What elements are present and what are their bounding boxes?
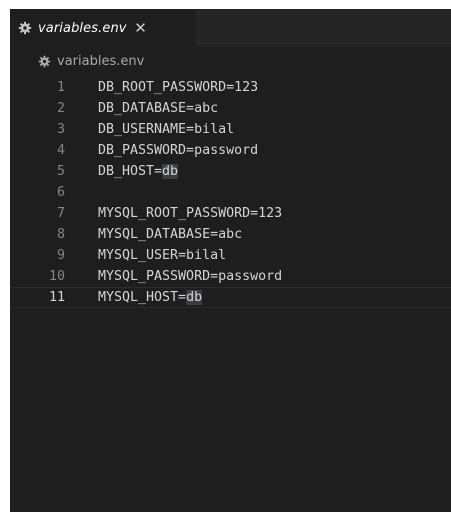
tab-variables-env[interactable]: variables.env ✕ xyxy=(10,9,196,47)
line-text-content: MYSQL_USER=bilal xyxy=(98,248,227,263)
line-text-content: DB_HOST= xyxy=(98,164,163,179)
line-number: 7 xyxy=(56,206,65,221)
line-text-content: DB_PASSWORD=password xyxy=(98,143,259,158)
line-number: 8 xyxy=(56,227,65,242)
word-highlight: db xyxy=(162,164,179,179)
line-text: MYSQL_DATABASE=abc xyxy=(98,224,242,245)
code-line[interactable]: 4 DB_PASSWORD=password xyxy=(10,140,451,161)
gear-icon xyxy=(38,55,51,68)
code-line[interactable]: 5 DB_HOST=db xyxy=(10,161,451,182)
tab-label: variables.env xyxy=(38,20,127,36)
line-text: DB_USERNAME=bilal xyxy=(98,119,234,140)
line-text-content: DB_USERNAME=bilal xyxy=(98,122,235,137)
line-number: 5 xyxy=(56,164,65,179)
line-text: DB_ROOT_PASSWORD=123 xyxy=(98,77,258,98)
code-line[interactable]: 7 MYSQL_ROOT_PASSWORD=123 xyxy=(10,203,451,224)
line-text: DB_HOST=db xyxy=(98,161,179,182)
line-number: 6 xyxy=(56,185,65,200)
line-text-content: MYSQL_ROOT_PASSWORD=123 xyxy=(98,206,283,221)
breadcrumb[interactable]: variables.env xyxy=(10,47,451,75)
code-line[interactable]: 9 MYSQL_USER=bilal xyxy=(10,245,451,266)
code-line[interactable]: 11 MYSQL_HOST=db xyxy=(10,287,451,308)
code-editor[interactable]: 1 DB_ROOT_PASSWORD=123 2 DB_DATABASE=abc 3 DB… xyxy=(10,77,451,512)
line-number: 10 xyxy=(48,269,65,284)
line-text-content: DB_ROOT_PASSWORD=123 xyxy=(98,80,259,95)
line-text: DB_DATABASE=abc xyxy=(98,98,218,119)
line-number: 4 xyxy=(56,143,65,158)
line-text-content: DB_DATABASE=abc xyxy=(98,101,219,116)
code-line[interactable]: 6 xyxy=(10,182,451,203)
word-highlight: db xyxy=(186,290,203,305)
line-text: DB_PASSWORD=password xyxy=(98,140,258,161)
breadcrumb-file-label: variables.env xyxy=(57,53,145,69)
code-line[interactable]: 10 MYSQL_PASSWORD=password xyxy=(10,266,451,287)
gear-icon xyxy=(18,21,32,35)
line-number: 3 xyxy=(56,122,65,137)
code-line[interactable]: 8 MYSQL_DATABASE=abc xyxy=(10,224,451,245)
code-line[interactable]: 1 DB_ROOT_PASSWORD=123 xyxy=(10,77,451,98)
close-icon[interactable]: ✕ xyxy=(134,19,148,37)
line-text-content: MYSQL_DATABASE=abc xyxy=(98,227,243,242)
line-text-content: MYSQL_HOST= xyxy=(98,290,187,305)
line-text-content: MYSQL_PASSWORD=password xyxy=(98,269,283,284)
line-number: 9 xyxy=(56,248,65,263)
line-number: 1 xyxy=(56,80,65,95)
code-line[interactable]: 2 DB_DATABASE=abc xyxy=(10,98,451,119)
tab-bar: variables.env ✕ xyxy=(10,9,451,47)
line-number: 2 xyxy=(56,101,65,116)
line-number: 11 xyxy=(48,290,65,305)
line-text: MYSQL_USER=bilal xyxy=(98,245,226,266)
line-text: MYSQL_ROOT_PASSWORD=123 xyxy=(98,203,282,224)
line-text: MYSQL_PASSWORD=password xyxy=(98,266,282,287)
code-line[interactable]: 3 DB_USERNAME=bilal xyxy=(10,119,451,140)
line-text: MYSQL_HOST=db xyxy=(98,287,203,308)
editor-window: variables.env ✕ variables.env 1 DB_ROOT_… xyxy=(10,9,451,512)
